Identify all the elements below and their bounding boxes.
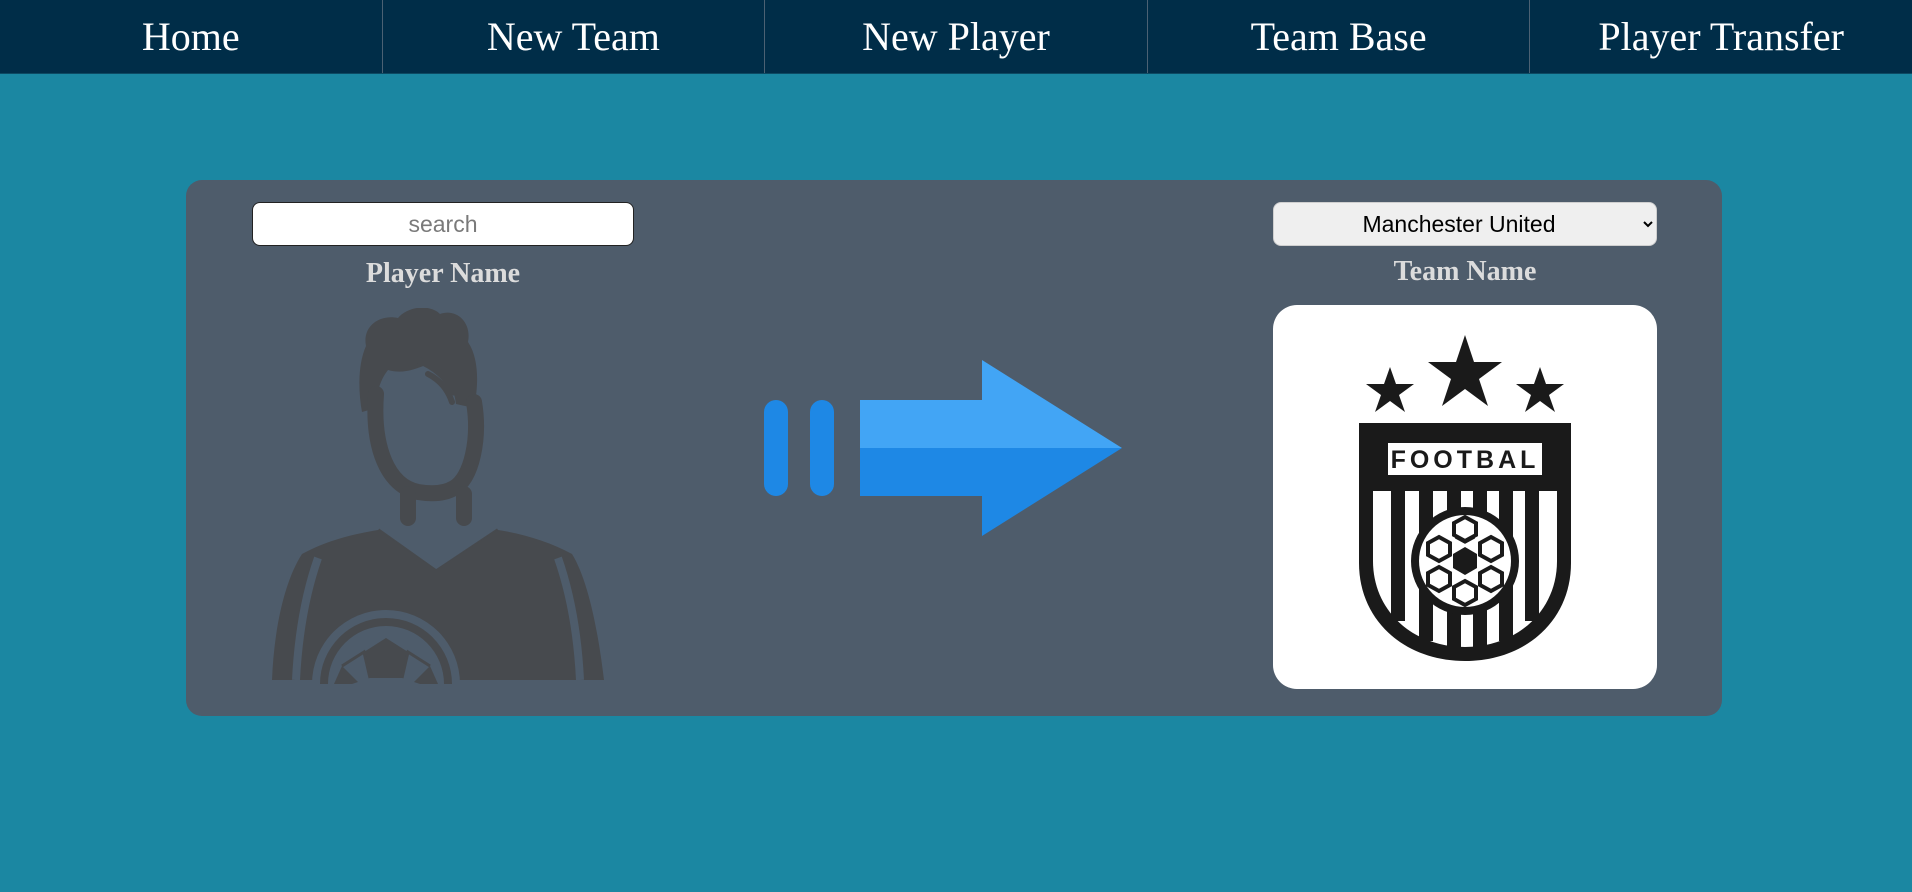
nav-team-base[interactable]: Team Base <box>1148 0 1531 73</box>
football-crest-icon: FOOTBAL <box>1359 335 1571 661</box>
nav-new-team[interactable]: New Team <box>383 0 766 73</box>
player-search-input[interactable] <box>252 202 634 246</box>
player-name-label: Player Name <box>365 258 521 289</box>
nav-new-player[interactable]: New Player <box>765 0 1148 73</box>
footballer-silhouette-icon <box>258 307 632 758</box>
team-select[interactable]: Manchester United <box>1273 202 1657 246</box>
top-navbar: Home New Team New Player Team Base Playe… <box>0 0 1912 74</box>
nav-home[interactable]: Home <box>0 0 383 73</box>
crest-text: FOOTBAL <box>1391 446 1540 474</box>
team-name-label: Team Name <box>1393 256 1537 287</box>
nav-player-transfer[interactable]: Player Transfer <box>1530 0 1912 73</box>
transfer-panel: Player Name <box>186 180 1722 758</box>
team-logo-card: FOOTBAL <box>1273 305 1657 689</box>
transfer-arrow-icon <box>764 360 1150 536</box>
